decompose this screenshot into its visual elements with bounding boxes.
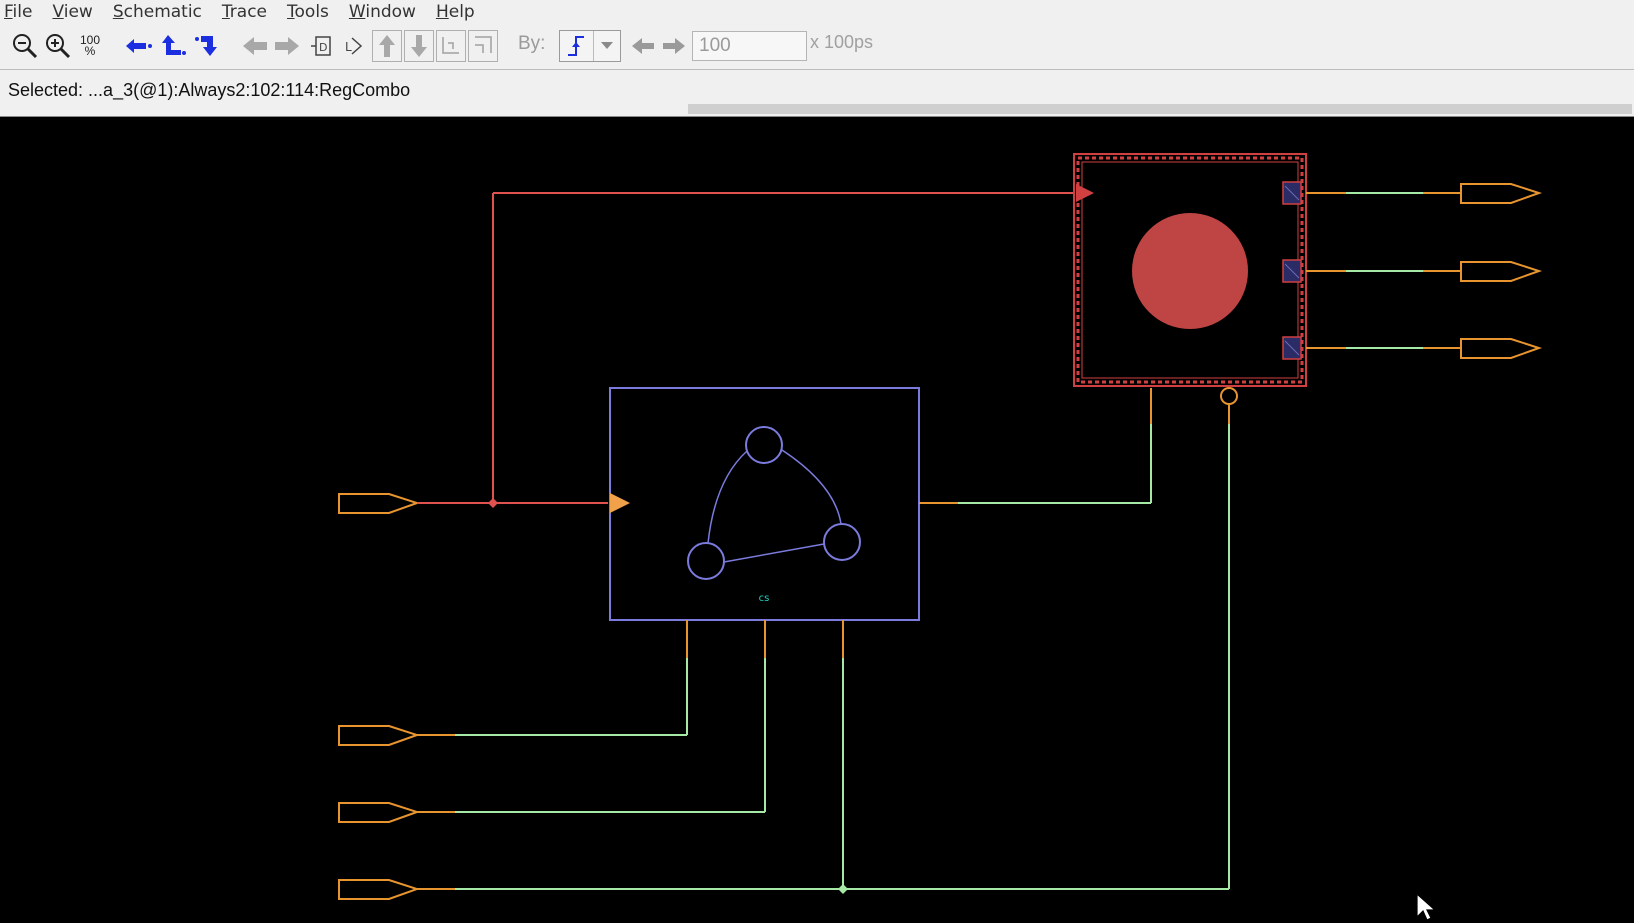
trace-connectivity-icon bbox=[195, 36, 217, 56]
menu-schematic-mnemonic: S bbox=[112, 2, 124, 22]
rising-edge-icon bbox=[568, 36, 584, 56]
expand-button[interactable] bbox=[468, 30, 498, 62]
menu-window-label: indow bbox=[365, 2, 416, 22]
menu-trace-mnemonic: T bbox=[221, 2, 230, 22]
selected-clock-net[interactable] bbox=[417, 192, 1074, 508]
edge-dropdown-button[interactable] bbox=[593, 31, 620, 61]
arrow-up-icon bbox=[379, 35, 395, 57]
zoom-in-button[interactable] bbox=[43, 30, 73, 62]
step-unit-label: x 100ps bbox=[810, 32, 874, 52]
back-arrow-icon bbox=[243, 37, 267, 55]
output-port-3[interactable] bbox=[1460, 338, 1543, 359]
input-port-2[interactable] bbox=[338, 725, 421, 746]
menu-window[interactable]: Window bbox=[345, 0, 426, 24]
trace-load-icon bbox=[162, 35, 186, 55]
menu-tools-mnemonic: T bbox=[287, 2, 295, 22]
zoom-100-pct: % bbox=[84, 44, 96, 58]
zoom-100-button[interactable]: 100 % bbox=[75, 30, 105, 62]
arrow-down-icon bbox=[411, 35, 427, 57]
forward-arrow-icon bbox=[275, 37, 299, 55]
collapse-button[interactable] bbox=[436, 30, 466, 62]
schematic-canvas[interactable]: cs bbox=[0, 117, 1634, 921]
collapse-icon bbox=[442, 37, 459, 54]
zoom-out-button[interactable] bbox=[10, 30, 40, 62]
input-net-2[interactable] bbox=[417, 620, 688, 736]
menu-view[interactable]: View bbox=[48, 0, 102, 24]
zoom-in-icon bbox=[46, 34, 71, 59]
trace-driver-icon bbox=[126, 39, 152, 53]
fsm-block[interactable] bbox=[609, 387, 920, 621]
toolbar: 100 % D L By: 100 x 100ps bbox=[0, 24, 1634, 70]
input-port-1[interactable] bbox=[338, 493, 421, 514]
show-driver-button[interactable]: D bbox=[307, 30, 337, 62]
selected-status-text: Selected: ...a_3(@1):Always2:102:114:Reg… bbox=[8, 80, 411, 100]
trace-load-button[interactable] bbox=[158, 30, 188, 62]
menu-view-mnemonic: V bbox=[52, 2, 64, 22]
menu-file[interactable]: File bbox=[0, 0, 42, 24]
forward-button[interactable] bbox=[272, 30, 302, 62]
back-button[interactable] bbox=[240, 30, 270, 62]
menu-help-mnemonic: H bbox=[435, 2, 449, 22]
reset-net[interactable] bbox=[417, 405, 1230, 894]
register-combo-block[interactable] bbox=[1073, 153, 1307, 405]
menu-tools-label: ools bbox=[294, 2, 329, 22]
mouse-cursor-icon bbox=[1416, 893, 1437, 921]
menu-file-mnemonic: F bbox=[4, 2, 13, 22]
step-forward-button[interactable] bbox=[659, 30, 689, 62]
menu-trace[interactable]: Trace bbox=[218, 0, 277, 24]
move-up-button[interactable] bbox=[372, 30, 402, 62]
output-port-1[interactable] bbox=[1460, 183, 1543, 204]
fsm-state-label: cs bbox=[759, 593, 770, 604]
expand-icon bbox=[475, 36, 492, 53]
menu-schematic-label: chematic bbox=[123, 2, 202, 22]
move-down-button[interactable] bbox=[404, 30, 434, 62]
menu-help[interactable]: Help bbox=[432, 0, 485, 24]
trace-connectivity-button[interactable] bbox=[192, 30, 222, 62]
zoom-out-icon bbox=[13, 34, 38, 59]
input-port-3[interactable] bbox=[338, 802, 421, 823]
menu-file-label: ile bbox=[12, 2, 33, 22]
menu-window-mnemonic: W bbox=[348, 2, 366, 22]
svg-text:D: D bbox=[319, 41, 327, 54]
latch-icon: L bbox=[345, 37, 363, 55]
step-back-icon bbox=[632, 38, 654, 54]
menu-help-label: elp bbox=[448, 2, 475, 22]
menu-bar: File View Schematic Trace Tools Window H… bbox=[0, 0, 1634, 24]
step-back-button[interactable] bbox=[628, 30, 658, 62]
menu-trace-label: race bbox=[229, 2, 268, 22]
menu-view-label: iew bbox=[63, 2, 93, 22]
input-net-3[interactable] bbox=[417, 620, 766, 813]
menu-tools[interactable]: Tools bbox=[283, 0, 339, 24]
flipflop-d-icon: D bbox=[311, 36, 331, 56]
step-input[interactable]: 100 bbox=[692, 31, 807, 61]
by-label: By: bbox=[518, 33, 546, 54]
edge-select[interactable] bbox=[559, 30, 621, 62]
trace-driver-button[interactable] bbox=[124, 30, 154, 62]
input-port-4[interactable] bbox=[338, 879, 421, 900]
status-bar: Selected: ...a_3(@1):Always2:102:114:Reg… bbox=[0, 70, 1634, 117]
menu-schematic[interactable]: Schematic bbox=[109, 0, 212, 24]
chevron-down-icon bbox=[601, 42, 613, 49]
svg-text:L: L bbox=[345, 40, 352, 54]
output-port-2[interactable] bbox=[1460, 261, 1543, 282]
fsm-output-net[interactable] bbox=[919, 388, 1152, 504]
horizontal-scrollbar[interactable] bbox=[688, 104, 1632, 114]
show-latch-button[interactable]: L bbox=[339, 30, 369, 62]
schematic-drawing: cs bbox=[338, 153, 1543, 900]
step-forward-icon bbox=[663, 38, 685, 54]
